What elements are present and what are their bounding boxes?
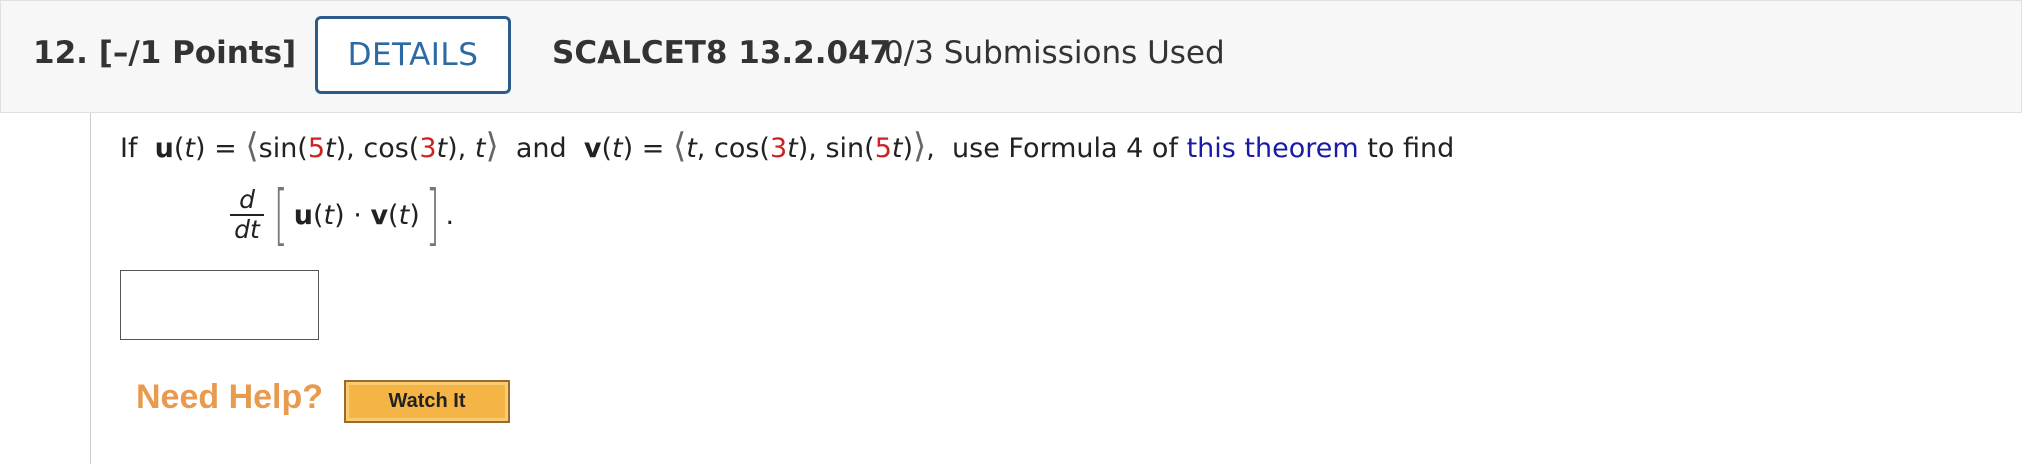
- answer-input[interactable]: [120, 270, 319, 340]
- derivative-fraction: d dt: [230, 186, 264, 244]
- question-number: 12. [–/1 Points]: [33, 35, 297, 71]
- problem-code: SCALCET8 13.2.047.: [552, 35, 904, 71]
- theorem-link[interactable]: this theorem: [1187, 133, 1359, 164]
- question-header: 12. [–/1 Points] DETAILS SCALCET8 13.2.0…: [0, 0, 2022, 113]
- need-help-label: Need Help?: [136, 378, 324, 416]
- derivative-expression: d dt [ u(t) · v(t) ].: [230, 180, 454, 250]
- content-left-border: [90, 113, 91, 464]
- details-button[interactable]: DETAILS: [315, 16, 511, 94]
- submissions-used: 0/3 Submissions Used: [884, 35, 1225, 71]
- points-label: [–/1 Points]: [98, 35, 297, 71]
- watch-it-button[interactable]: Watch It: [344, 380, 510, 423]
- problem-statement: If u(t) = ⟨sin(5t), cos(3t), t⟩ and v(t)…: [120, 126, 1455, 166]
